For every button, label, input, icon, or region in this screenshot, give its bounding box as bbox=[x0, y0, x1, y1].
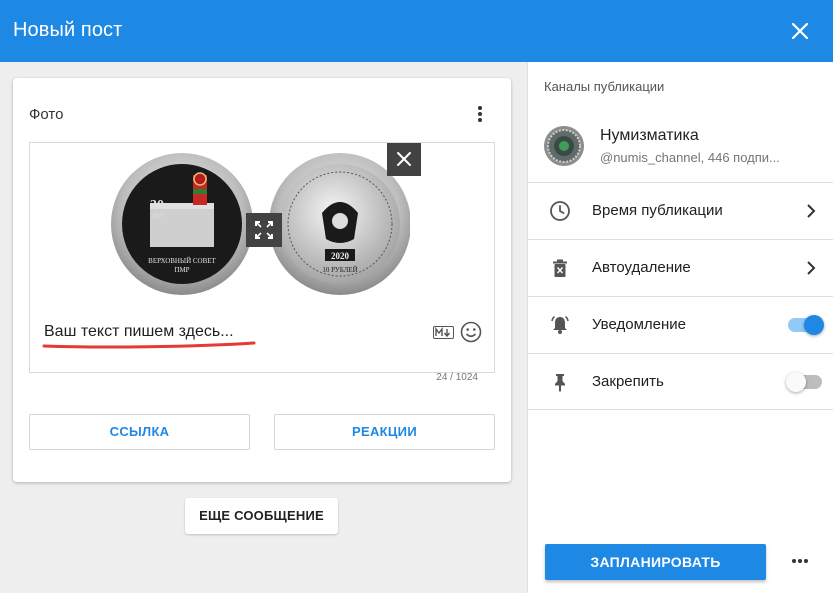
channel-handle: @numis_channel, 446 подпи... bbox=[600, 150, 780, 165]
pin-label: Закрепить bbox=[592, 373, 664, 390]
character-counter: 24 / 1024 bbox=[436, 372, 478, 383]
bell-icon bbox=[551, 315, 569, 334]
pin-toggle[interactable] bbox=[786, 372, 822, 392]
schedule-button[interactable]: ЗАПЛАНИРОВАТЬ bbox=[545, 544, 766, 580]
chevron-right-icon bbox=[807, 204, 816, 218]
close-icon bbox=[397, 152, 411, 166]
coin-left-line2: ПМР bbox=[174, 266, 189, 274]
red-underline-annotation bbox=[42, 341, 256, 349]
divider bbox=[528, 409, 833, 410]
clock-icon bbox=[550, 201, 570, 221]
post-editor-panel: Фото 30 ЛЕТ ВЕРХОВНЫЙ СОВЕТ ПМР 2020 10 … bbox=[0, 62, 527, 593]
dialog-title: Новый пост bbox=[13, 19, 123, 41]
pin-row: Закрепить bbox=[528, 353, 833, 410]
publish-time-label: Время публикации bbox=[592, 202, 723, 219]
delete-timer-icon bbox=[553, 259, 567, 277]
channel-avatar bbox=[544, 126, 584, 166]
channel-item[interactable]: Нумизматика @numis_channel, 446 подпи... bbox=[528, 114, 833, 182]
channel-name: Нумизматика bbox=[600, 127, 699, 144]
publish-settings-panel: Каналы публикации Нумизматика @numis_cha… bbox=[527, 62, 833, 593]
coin-left-number: 30 bbox=[150, 198, 164, 213]
publish-time-row[interactable]: Время публикации bbox=[528, 182, 833, 239]
add-link-button[interactable]: ССЫЛКА bbox=[29, 414, 250, 450]
channels-section-label: Каналы публикации bbox=[544, 79, 665, 94]
message-editor: 30 ЛЕТ ВЕРХОВНЫЙ СОВЕТ ПМР 2020 10 РУБЛЕ… bbox=[29, 142, 495, 383]
coin-right-year: 2020 bbox=[331, 251, 350, 261]
fullscreen-button[interactable] bbox=[246, 213, 282, 247]
fullscreen-icon bbox=[255, 221, 273, 239]
add-reactions-button[interactable]: РЕАКЦИИ bbox=[274, 414, 495, 450]
coin-left-line1: ВЕРХОВНЫЙ СОВЕТ bbox=[148, 257, 216, 265]
post-section-title: Фото bbox=[29, 106, 64, 123]
chevron-right-icon bbox=[807, 261, 816, 275]
more-horiz-icon[interactable] bbox=[792, 559, 810, 565]
emoji-icon[interactable] bbox=[460, 321, 482, 343]
coin-right-value: 10 РУБЛЕЙ bbox=[322, 266, 357, 274]
add-message-button[interactable]: ЕЩЕ СООБЩЕНИЕ bbox=[185, 498, 338, 534]
auto-delete-row[interactable]: Автоудаление bbox=[528, 239, 833, 296]
notification-toggle[interactable] bbox=[788, 315, 824, 335]
notification-row: Уведомление bbox=[528, 296, 833, 353]
remove-photo-button[interactable] bbox=[387, 143, 421, 176]
dialog-header: Новый пост bbox=[0, 0, 833, 62]
notification-label: Уведомление bbox=[592, 316, 687, 333]
more-vert-icon[interactable] bbox=[477, 106, 483, 124]
close-icon[interactable] bbox=[789, 20, 811, 42]
markdown-icon[interactable] bbox=[433, 326, 454, 339]
auto-delete-label: Автоудаление bbox=[592, 259, 691, 276]
pin-icon bbox=[555, 374, 565, 392]
post-card: Фото 30 ЛЕТ ВЕРХОВНЫЙ СОВЕТ ПМР 2020 10 … bbox=[13, 78, 511, 482]
coin-left-word: ЛЕТ bbox=[152, 214, 164, 220]
